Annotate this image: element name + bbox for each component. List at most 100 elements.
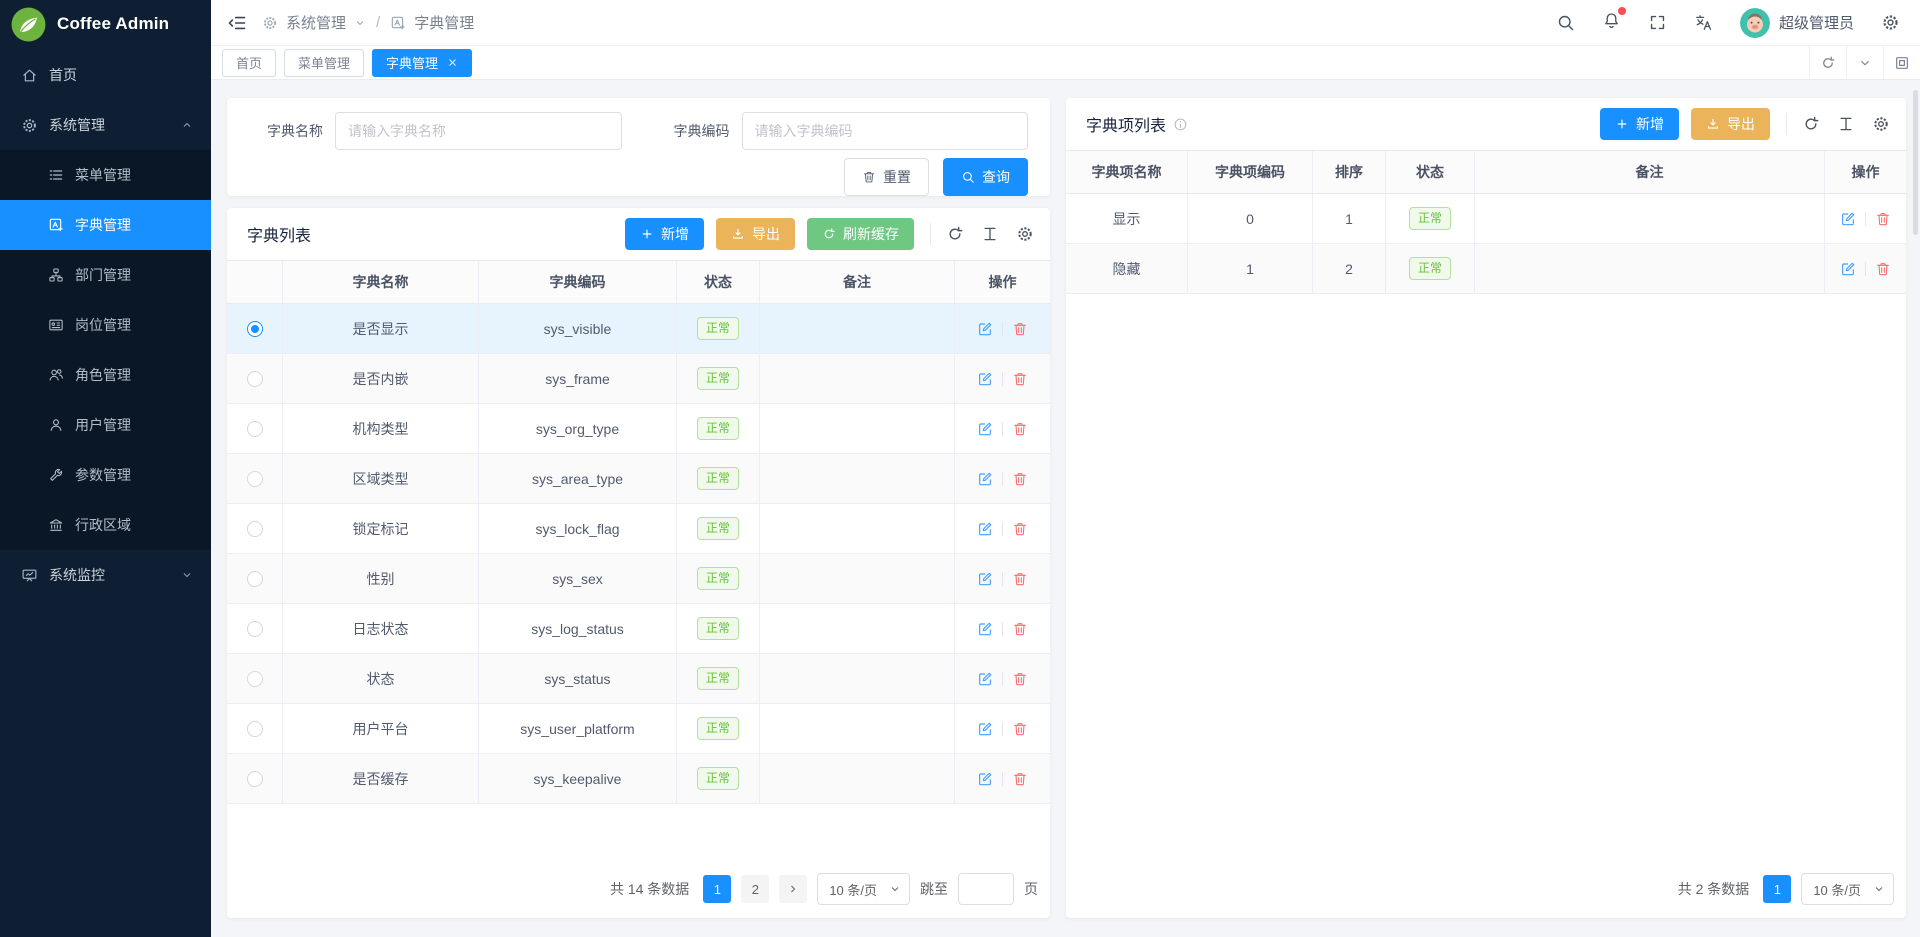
add-button[interactable]: 新增 [625, 218, 704, 250]
edit-icon[interactable] [977, 771, 993, 787]
refresh-icon[interactable] [1802, 115, 1820, 133]
column-header: 操作 [1825, 151, 1906, 193]
sidebar-item-home[interactable]: 首页 [0, 50, 211, 100]
row-radio[interactable] [247, 371, 263, 387]
row-radio[interactable] [247, 471, 263, 487]
reset-button[interactable]: 重置 [844, 158, 929, 196]
tab-menu-management[interactable]: 菜单管理 [284, 49, 364, 77]
edit-icon[interactable] [977, 621, 993, 637]
edit-icon[interactable] [977, 371, 993, 387]
sidebar-item-role-management[interactable]: 角色管理 [0, 350, 211, 400]
page-button-1[interactable]: 1 [703, 875, 731, 903]
edit-icon[interactable] [1840, 211, 1856, 227]
dict-table-row[interactable]: 状态sys_status正常 [227, 654, 1050, 704]
dict-item-table-row[interactable]: 显示01正常 [1066, 194, 1906, 244]
query-button[interactable]: 查询 [943, 158, 1028, 196]
refresh-icon[interactable] [946, 225, 964, 243]
sidebar-item-admin-region[interactable]: 行政区域 [0, 500, 211, 550]
edit-icon[interactable] [977, 721, 993, 737]
row-height-icon[interactable] [1837, 115, 1855, 133]
notification-button[interactable] [1602, 11, 1621, 35]
dict-table-row[interactable]: 是否缓存sys_keepalive正常 [227, 754, 1050, 804]
dict-table-row[interactable]: 是否显示sys_visible正常 [227, 304, 1050, 354]
delete-icon[interactable] [1875, 211, 1891, 227]
page-size-select[interactable]: 10 条/页 [1801, 873, 1894, 905]
item-add-button[interactable]: 新增 [1600, 108, 1679, 140]
page-size-select[interactable]: 10 条/页 [817, 873, 910, 905]
dict-item-table-row[interactable]: 隐藏12正常 [1066, 244, 1906, 294]
edit-icon[interactable] [1840, 261, 1856, 277]
next-page-button[interactable] [779, 875, 807, 903]
item-export-button[interactable]: 导出 [1691, 108, 1770, 140]
refresh-cache-button[interactable]: 刷新缓存 [807, 218, 914, 250]
dict-table-row[interactable]: 日志状态sys_log_status正常 [227, 604, 1050, 654]
sidebar-item-param-management[interactable]: 参数管理 [0, 450, 211, 500]
search-icon[interactable] [1556, 13, 1575, 32]
dict-name-input[interactable] [335, 112, 622, 150]
page-button-1[interactable]: 1 [1763, 875, 1791, 903]
delete-icon[interactable] [1012, 471, 1028, 487]
settings-gear-icon[interactable] [1881, 13, 1900, 32]
sidebar-item-post-management[interactable]: 岗位管理 [0, 300, 211, 350]
fullscreen-icon[interactable] [1648, 13, 1667, 32]
edit-icon[interactable] [977, 671, 993, 687]
column-settings-gear-icon[interactable] [1016, 225, 1034, 243]
edit-icon[interactable] [977, 521, 993, 537]
dict-table-row[interactable]: 区域类型sys_area_type正常 [227, 454, 1050, 504]
tabs-menu-button[interactable] [1846, 46, 1883, 79]
content-fullscreen-button[interactable] [1883, 46, 1920, 79]
delete-icon[interactable] [1012, 721, 1028, 737]
row-height-icon[interactable] [981, 225, 999, 243]
dict-name-cell: 性别 [283, 554, 479, 603]
tab-dict-management[interactable]: 字典管理 [372, 49, 472, 77]
column-settings-gear-icon[interactable] [1872, 115, 1890, 133]
export-button[interactable]: 导出 [716, 218, 795, 250]
delete-icon[interactable] [1012, 671, 1028, 687]
sidebar-fold-button[interactable] [222, 8, 252, 38]
translate-icon[interactable] [1694, 13, 1713, 32]
scrollbar[interactable] [1913, 90, 1918, 235]
row-radio[interactable] [247, 671, 263, 687]
row-radio[interactable] [247, 571, 263, 587]
sidebar-item-system-management[interactable]: 系统管理 [0, 100, 211, 150]
delete-icon[interactable] [1012, 421, 1028, 437]
sidebar-item-menu-management[interactable]: 菜单管理 [0, 150, 211, 200]
user-menu[interactable]: 超级管理员 [1740, 8, 1854, 38]
close-icon[interactable] [447, 57, 458, 68]
sidebar-item-dict-management[interactable]: 字典管理 [0, 200, 211, 250]
row-radio[interactable] [247, 521, 263, 537]
page-button-2[interactable]: 2 [741, 875, 769, 903]
dict-table-row[interactable]: 机构类型sys_org_type正常 [227, 404, 1050, 454]
edit-icon[interactable] [977, 571, 993, 587]
sidebar-item-system-monitor[interactable]: 系统监控 [0, 550, 211, 600]
delete-icon[interactable] [1012, 521, 1028, 537]
delete-icon[interactable] [1012, 321, 1028, 337]
jump-page-input[interactable] [958, 873, 1014, 905]
row-radio[interactable] [247, 421, 263, 437]
delete-icon[interactable] [1012, 371, 1028, 387]
edit-icon[interactable] [977, 471, 993, 487]
delete-icon[interactable] [1875, 261, 1891, 277]
delete-icon[interactable] [1012, 771, 1028, 787]
sidebar-item-dept-management[interactable]: 部门管理 [0, 250, 211, 300]
tabs-refresh-button[interactable] [1809, 46, 1846, 79]
sidebar-item-user-management[interactable]: 用户管理 [0, 400, 211, 450]
breadcrumb-level1[interactable]: 系统管理 [286, 12, 346, 33]
row-radio[interactable] [247, 721, 263, 737]
dict-remark-cell [760, 654, 955, 703]
dict-code-input[interactable] [742, 112, 1029, 150]
delete-icon[interactable] [1012, 621, 1028, 637]
dict-table-row[interactable]: 性别sys_sex正常 [227, 554, 1050, 604]
row-radio[interactable] [247, 771, 263, 787]
dict-table-row[interactable]: 是否内嵌sys_frame正常 [227, 354, 1050, 404]
edit-icon[interactable] [977, 321, 993, 337]
dict-table-row[interactable]: 锁定标记sys_lock_flag正常 [227, 504, 1050, 554]
tab-home[interactable]: 首页 [222, 49, 276, 77]
row-radio[interactable] [247, 621, 263, 637]
row-radio[interactable] [247, 321, 263, 337]
dict-table-row[interactable]: 用户平台sys_user_platform正常 [227, 704, 1050, 754]
delete-icon[interactable] [1012, 571, 1028, 587]
plus-icon [640, 227, 654, 241]
info-icon[interactable] [1173, 117, 1188, 132]
edit-icon[interactable] [977, 421, 993, 437]
